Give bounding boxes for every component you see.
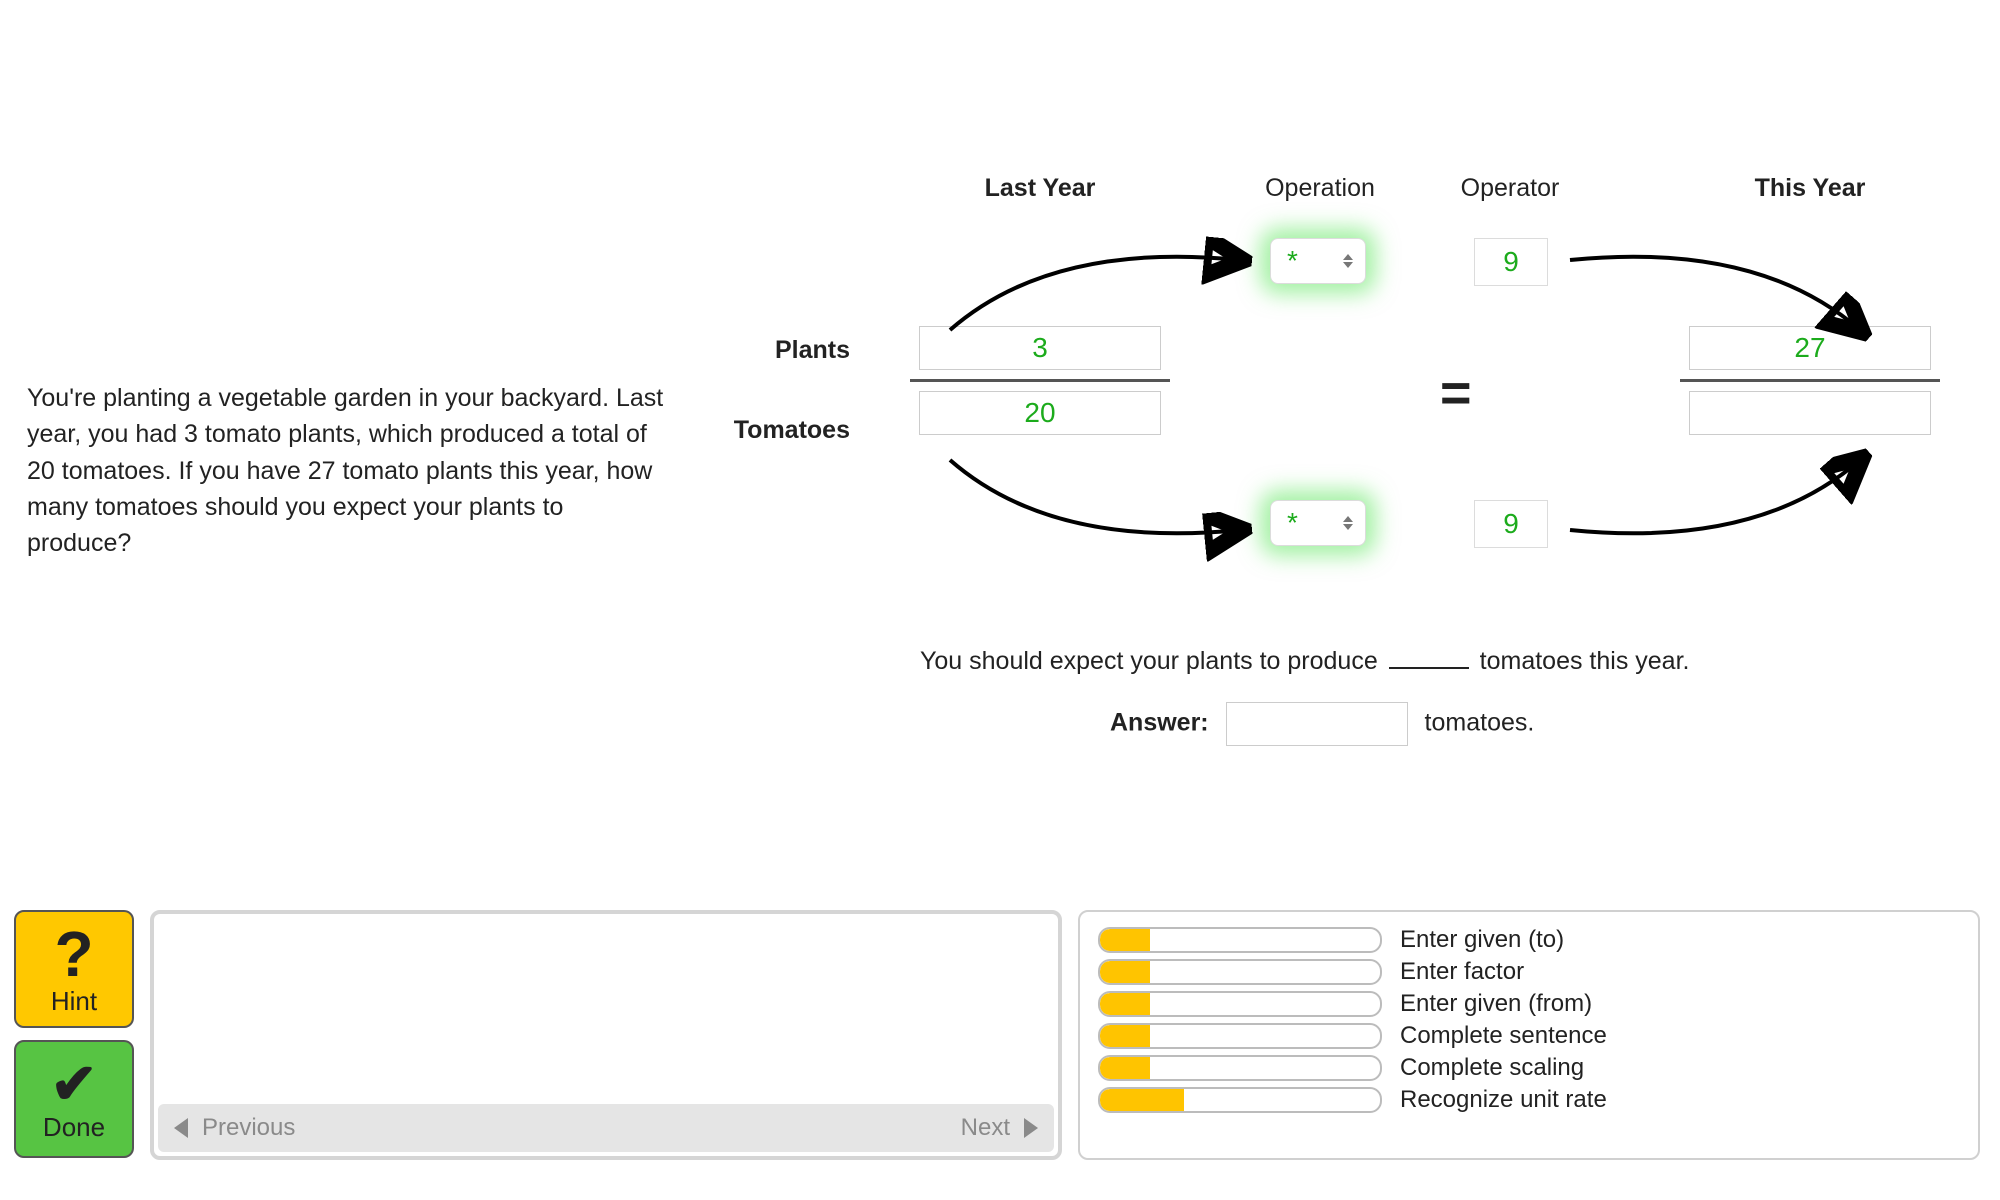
skill-label: Enter factor [1400, 958, 1524, 986]
skill-label: Recognize unit rate [1400, 1086, 1607, 1114]
chevron-right-icon [1024, 1118, 1038, 1138]
hint-label: Hint [51, 986, 97, 1017]
problem-text: You're planting a vegetable garden in yo… [27, 380, 667, 561]
skill-label: Complete scaling [1400, 1054, 1584, 1082]
equals-sign: = [1440, 362, 1472, 424]
factor-input-bottom[interactable]: 9 [1474, 500, 1548, 548]
skill-label: Enter given (from) [1400, 990, 1592, 1018]
skill-bar [1098, 927, 1382, 953]
header-operator: Operator [1440, 174, 1580, 203]
operation-value: * [1287, 245, 1343, 277]
sentence-post: tomatoes this year. [1480, 647, 1690, 675]
header-operation: Operation [1240, 174, 1400, 203]
chevron-left-icon [174, 1118, 188, 1138]
skill-fill [1100, 993, 1150, 1015]
skill-bar [1098, 1087, 1382, 1113]
fraction-rule [1680, 379, 1940, 382]
arrow-top-left [940, 230, 1250, 340]
fraction-this-year: 27 [1680, 326, 1940, 435]
skill-row: Enter given (from) [1098, 990, 1960, 1018]
skill-row: Recognize unit rate [1098, 1086, 1960, 1114]
sentence-pre: You should expect your plants to produce [920, 647, 1378, 675]
skill-row: Enter given (to) [1098, 926, 1960, 954]
operation-value: * [1287, 507, 1343, 539]
skill-label: Complete sentence [1400, 1022, 1607, 1050]
fraction-last-year: 3 20 [910, 326, 1170, 435]
skill-fill [1100, 961, 1150, 983]
question-icon: ? [54, 922, 93, 986]
skill-fill [1100, 1025, 1150, 1047]
previous-button[interactable]: Previous [174, 1114, 295, 1142]
skill-fill [1100, 1089, 1184, 1111]
skill-row: Complete scaling [1098, 1054, 1960, 1082]
hint-nav-bar: Previous Next [158, 1104, 1054, 1152]
last-year-tomatoes-input[interactable]: 20 [919, 391, 1161, 435]
completion-sentence: You should expect your plants to produce… [920, 642, 1689, 676]
sentence-blank [1389, 642, 1469, 669]
next-button[interactable]: Next [961, 1114, 1038, 1142]
arrow-top-right [1560, 230, 1870, 340]
hint-button[interactable]: ? Hint [14, 910, 134, 1028]
skill-bar [1098, 991, 1382, 1017]
skill-bar [1098, 1023, 1382, 1049]
factor-input-top[interactable]: 9 [1474, 238, 1548, 286]
done-button[interactable]: ✔ Done [14, 1040, 134, 1158]
header-this-year: This Year [1680, 174, 1940, 203]
hint-panel: Previous Next [150, 910, 1062, 1160]
stepper-icon [1343, 254, 1353, 268]
row-label-tomatoes: Tomatoes [650, 416, 850, 445]
done-label: Done [43, 1112, 105, 1143]
arrow-bottom-left [940, 450, 1250, 560]
previous-label: Previous [202, 1114, 295, 1142]
skill-row: Complete sentence [1098, 1022, 1960, 1050]
skill-fill [1100, 1057, 1150, 1079]
skill-label: Enter given (to) [1400, 926, 1564, 954]
skill-fill [1100, 929, 1150, 951]
check-icon: ✔ [51, 1056, 98, 1112]
skill-bar [1098, 959, 1382, 985]
fraction-rule [910, 379, 1170, 382]
answer-unit: tomatoes. [1425, 709, 1535, 737]
answer-input[interactable] [1226, 702, 1408, 746]
answer-label: Answer: [1110, 709, 1209, 737]
skill-row: Enter factor [1098, 958, 1960, 986]
skills-panel: Enter given (to) Enter factor Enter given … [1078, 910, 1980, 1160]
header-last-year: Last Year [910, 174, 1170, 203]
stepper-icon [1343, 516, 1353, 530]
arrow-bottom-right [1560, 450, 1870, 560]
operation-select-top[interactable]: * [1270, 238, 1366, 284]
skill-bar [1098, 1055, 1382, 1081]
operation-select-bottom[interactable]: * [1270, 500, 1366, 546]
answer-row: Answer: tomatoes. [1110, 702, 1534, 746]
this-year-tomatoes-input[interactable] [1689, 391, 1931, 435]
row-label-plants: Plants [650, 336, 850, 365]
next-label: Next [961, 1114, 1010, 1142]
